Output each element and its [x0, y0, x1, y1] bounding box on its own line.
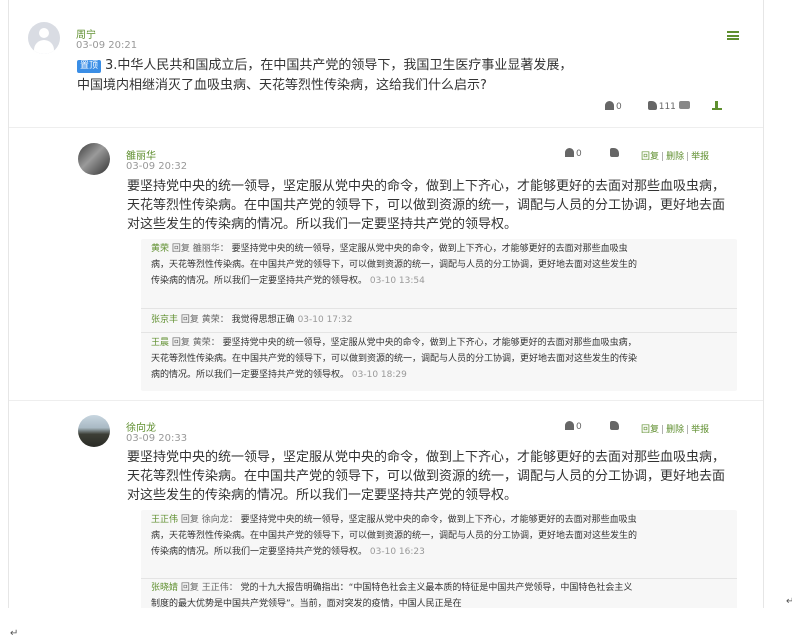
pin-top-icon	[711, 100, 722, 110]
comment-button[interactable]	[678, 101, 692, 111]
reply-time: 03-10 18:29	[351, 370, 407, 380]
reply-item: 王晨 回复 黄荣： 要坚持党中央的统一领导，坚定服从党中央的命令，做到上下齐心，…	[151, 335, 637, 399]
post-actions: 0 111	[605, 100, 724, 112]
pin-top-button[interactable]	[711, 100, 724, 112]
reply-verb: 回复	[171, 244, 190, 254]
reply-time: 03-10 16:23	[369, 547, 425, 557]
report-link[interactable]: 举报	[691, 152, 709, 162]
comment-author[interactable]: 雒丽华	[126, 147, 156, 162]
reply-verb: 回复	[180, 583, 199, 593]
comment: 雒丽华 03-09 20:32 0 回复 | 删除 | 举报 要坚持党中央的统一领导，坚…	[9, 131, 763, 401]
comment: 徐向龙 03-09 20:33 0 回复 | 删除 | 举报 要坚持党中央的统一领导，坚…	[9, 404, 763, 608]
comment-text: 要坚持党中央的统一领导，坚定服从党中央的命令，做到上下齐心，才能够更好的去面对那…	[127, 450, 726, 503]
comment-actions: 0	[565, 421, 621, 432]
comment-time: 03-09 20:32	[126, 161, 188, 172]
post-title-line1: 3.中华人民共和国成立后，在中国共产党的领导下，我国卫生医疗事业显著发展，	[105, 58, 573, 73]
divider	[141, 308, 737, 309]
divider	[141, 332, 737, 333]
reply-target[interactable]: 徐向龙：	[202, 515, 238, 525]
flower-icon	[565, 148, 574, 157]
flower-icon	[565, 421, 574, 430]
avatar[interactable]	[28, 22, 60, 54]
post-title-line2: 中国境内相继消灭了血吸虫病、天花等烈性传染病，这给我们什么启示?	[77, 78, 487, 93]
reply-item: 张晓婧 回复 王正伟： 党的十九大报告明确指出：“中国特色社会主义最本质的特征是…	[151, 580, 637, 608]
comment-actions: 0	[565, 148, 621, 159]
comment-links: 回复 | 删除 | 举报	[641, 152, 710, 162]
reply-target[interactable]: 黄荣：	[202, 315, 229, 325]
reply-author[interactable]: 王正伟	[151, 515, 178, 525]
avatar[interactable]	[78, 415, 110, 447]
reply-target[interactable]: 王正伟：	[202, 583, 238, 593]
post-author[interactable]: 周宁	[76, 26, 96, 41]
reply-verb: 回复	[171, 338, 190, 348]
reply-target[interactable]: 黄荣：	[193, 338, 220, 348]
comment-links: 回复 | 删除 | 举报	[641, 425, 710, 435]
like-button[interactable]: 111	[647, 100, 676, 112]
reply-verb: 回复	[180, 515, 199, 525]
reply-time: 03-10 13:54	[369, 276, 425, 286]
flower-count: 0	[576, 422, 582, 432]
main-post: 周宁 03-09 20:21 置顶 3.中华人民共和国成立后，在中国共产党的领导下…	[9, 8, 763, 128]
reply-verb: 回复	[180, 315, 199, 325]
report-link[interactable]: 举报	[691, 425, 709, 435]
flower-count: 0	[616, 101, 622, 112]
return-mark: ↵	[786, 596, 792, 607]
reply-link[interactable]: 回复	[641, 425, 659, 435]
flower-button[interactable]: 0	[565, 148, 582, 159]
reply-author[interactable]: 黄荣	[151, 244, 169, 254]
delete-link[interactable]: 删除	[666, 425, 684, 435]
pin-badge: 置顶	[77, 60, 102, 73]
reply-item: 张京丰 回复 黄荣： 我觉得思想正确 03-10 17:32	[151, 312, 637, 328]
like-button[interactable]	[609, 421, 621, 432]
flower-count: 0	[576, 149, 582, 159]
flower-button[interactable]: 0	[565, 421, 582, 432]
thumb-up-icon	[609, 421, 619, 430]
reply-target[interactable]: 雒丽华：	[193, 244, 229, 254]
like-count: 111	[658, 101, 676, 112]
thumb-up-icon	[647, 100, 657, 110]
comment-author[interactable]: 徐向龙	[126, 419, 156, 434]
flower-icon	[605, 100, 614, 110]
chat-icon	[678, 101, 690, 109]
reply-list: 黄荣 回复 雒丽华： 要坚持党中央的统一领导，坚定服从党中央的命令，做到上下齐心…	[141, 239, 737, 391]
comment-time: 03-09 20:33	[126, 433, 188, 444]
reply-time: 03-10 17:32	[297, 315, 353, 325]
menu-icon[interactable]	[727, 31, 739, 40]
reply-item: 黄荣 回复 雒丽华： 要坚持党中央的统一领导，坚定服从党中央的命令，做到上下齐心…	[151, 241, 637, 305]
post-title: 置顶 3.中华人民共和国成立后，在中国共产党的领导下，我国卫生医疗事业显著发展， …	[77, 56, 677, 96]
avatar[interactable]	[78, 143, 110, 175]
reply-author[interactable]: 张晓婧	[151, 583, 178, 593]
delete-link[interactable]: 删除	[666, 152, 684, 162]
comment-text: 要坚持党中央的统一领导，坚定服从党中央的命令，做到上下齐心，才能够更好的去面对那…	[127, 179, 726, 232]
thumb-up-icon	[609, 148, 619, 157]
reply-text: 我觉得思想正确	[231, 315, 295, 325]
reply-author[interactable]: 张京丰	[151, 315, 178, 325]
reply-item: 王正伟 回复 徐向龙： 要坚持党中央的统一领导，坚定服从党中央的命令，做到上下齐…	[151, 512, 637, 576]
post-time: 03-09 20:21	[76, 40, 138, 51]
reply-author[interactable]: 王晨	[151, 338, 169, 348]
reply-list: 王正伟 回复 徐向龙： 要坚持党中央的统一领导，坚定服从党中央的命令，做到上下齐…	[141, 510, 737, 608]
reply-link[interactable]: 回复	[641, 152, 659, 162]
like-button[interactable]	[609, 148, 621, 159]
return-mark: ↵	[10, 628, 19, 639]
discussion-frame: 周宁 03-09 20:21 置顶 3.中华人民共和国成立后，在中国共产党的领导下…	[8, 0, 764, 608]
divider	[141, 578, 737, 579]
flower-button[interactable]: 0	[605, 100, 622, 112]
